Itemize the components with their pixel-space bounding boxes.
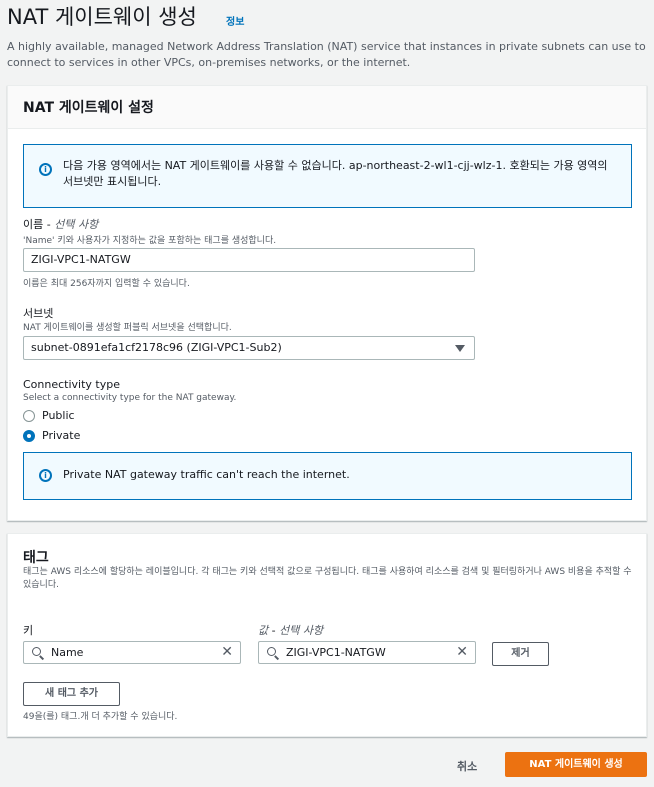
remove-tag-button[interactable]: 제거	[492, 642, 549, 666]
caret-down-icon	[455, 345, 465, 352]
availability-alert-text: 다음 가용 영역에서는 NAT 게이트웨이를 사용할 수 없습니다. ap-no…	[63, 159, 608, 188]
page-description: A highly available, managed Network Addr…	[7, 40, 646, 69]
tags-panel-title: 태그	[23, 550, 49, 566]
tag-value-value: ZIGI-VPC1-NATGW	[286, 646, 386, 659]
subnet-label: 서브넷	[23, 307, 54, 320]
info-icon: i	[39, 469, 52, 482]
create-nat-gateway-button[interactable]: NAT 게이트웨이 생성	[505, 752, 647, 777]
private-nat-alert-text: Private NAT gateway traffic can't reach …	[63, 468, 350, 481]
panel-header: NAT 게이트웨이 설정	[8, 86, 646, 129]
add-tag-button[interactable]: 새 태그 추가	[23, 682, 120, 706]
close-icon[interactable]: ✕	[221, 642, 233, 663]
tag-key-value: Name	[51, 646, 84, 659]
subnet-description: NAT 게이트웨이를 생성할 퍼블릭 서브넷을 선택합니다.	[23, 323, 232, 333]
subnet-select[interactable]: subnet-0891efa1cf2178c96 (ZIGI-VPC1-Sub2…	[23, 336, 475, 360]
radio-public-label: Public	[42, 409, 75, 422]
radio-private-circle[interactable]	[23, 430, 35, 442]
page-title: NAT 게이트웨이 생성	[7, 5, 197, 29]
name-input[interactable]: ZIGI-VPC1-NATGW	[23, 248, 475, 272]
search-icon	[32, 647, 41, 656]
subnet-selected-value: subnet-0891efa1cf2178c96 (ZIGI-VPC1-Sub2…	[31, 341, 282, 354]
name-description: 'Name' 키와 사용자가 지정하는 값을 포함하는 태그를 생성합니다.	[23, 236, 277, 246]
availability-alert: i 다음 가용 영역에서는 NAT 게이트웨이를 사용할 수 없습니다. ap-…	[23, 144, 632, 208]
tag-value-label: 값 - 선택 사항	[258, 624, 324, 637]
connectivity-label: Connectivity type	[23, 378, 120, 391]
nat-settings-panel: NAT 게이트웨이 설정 i 다음 가용 영역에서는 NAT 게이트웨이를 사용…	[7, 85, 647, 521]
info-link[interactable]: 정보	[226, 13, 244, 28]
tags-remaining-hint: 49을(를) 태그.개 더 추가할 수 있습니다.	[23, 712, 178, 722]
name-label: 이름 - 선택 사항	[23, 218, 99, 231]
close-icon[interactable]: ✕	[456, 642, 468, 663]
tags-panel: 태그 태그는 AWS 리소스에 할당하는 레이블입니다. 각 태그는 키와 선택…	[7, 533, 647, 737]
settings-panel-title: NAT 게이트웨이 설정	[23, 100, 154, 116]
radio-private-label: Private	[42, 429, 81, 442]
search-icon	[267, 647, 276, 656]
name-hint: 이름은 최대 256자까지 입력할 수 있습니다.	[23, 279, 190, 289]
info-icon: i	[39, 163, 52, 176]
tags-description: 태그는 AWS 리소스에 할당하는 레이블입니다. 각 태그는 키와 선택적 값…	[23, 567, 632, 590]
cancel-button[interactable]: 취소	[457, 758, 477, 774]
tag-key-label: 키	[23, 624, 34, 637]
private-nat-alert: i Private NAT gateway traffic can't reac…	[23, 452, 632, 500]
tag-key-input[interactable]: Name ✕	[23, 641, 241, 664]
tag-value-input[interactable]: ZIGI-VPC1-NATGW ✕	[258, 641, 476, 664]
connectivity-description: Select a connectivity type for the NAT g…	[23, 393, 237, 403]
radio-public-circle[interactable]	[23, 410, 35, 422]
